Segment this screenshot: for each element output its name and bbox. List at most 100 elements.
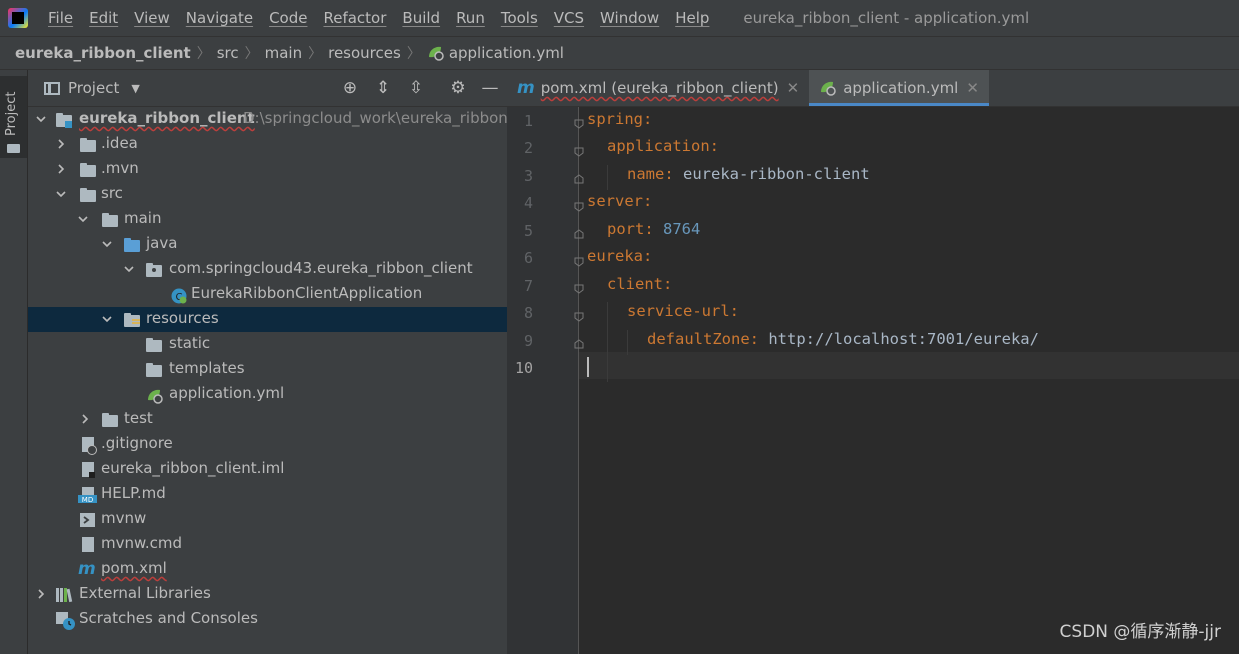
spring-boot-class-icon: C (170, 287, 187, 304)
line-number: 9 (523, 332, 533, 350)
tree-label: com.springcloud43.eureka_ribbon_client (169, 259, 473, 277)
code-line-4[interactable]: server: (587, 192, 652, 210)
code-line-2[interactable]: application: (607, 137, 719, 155)
libraries-icon (56, 587, 73, 603)
panel-title[interactable]: Project (68, 79, 119, 97)
tree-row-external-libraries[interactable]: External Libraries (28, 582, 507, 607)
tree-row-root[interactable]: eureka_ribbon_client D:\springcloud_work… (28, 107, 515, 132)
collapse-all-icon[interactable]: ⇳ (406, 78, 426, 98)
code-line-3[interactable]: name: eureka-ribbon-client (627, 165, 870, 183)
project-tool-tab[interactable]: Project (0, 76, 27, 158)
tree-row-help-md[interactable]: MD HELP.md (28, 482, 507, 507)
menu-navigate[interactable]: Navigate (178, 9, 261, 27)
line-number: 10 (514, 359, 533, 377)
chevron-right-icon[interactable] (56, 139, 66, 149)
tab-pom-xml[interactable]: m pom.xml (eureka_ribbon_client) ✕ (507, 70, 809, 106)
chevron-down-icon[interactable] (124, 264, 134, 274)
fold-marker-icon[interactable] (574, 115, 584, 129)
breadcrumb-resources[interactable]: resources (328, 44, 401, 62)
yaml-colon: : (663, 275, 673, 293)
menu-build[interactable]: Build (394, 9, 448, 27)
tree-label: HELP.md (101, 484, 166, 502)
chevron-down-icon[interactable] (102, 239, 112, 249)
intellij-logo-icon (8, 8, 28, 28)
folder-icon (80, 137, 96, 153)
breadcrumb-main[interactable]: main (265, 44, 302, 62)
tree-row-mvnw-cmd[interactable]: mvnw.cmd (28, 532, 507, 557)
tree-row-idea[interactable]: .idea (28, 132, 507, 157)
code-line-9[interactable]: defaultZone: http://localhost:7001/eurek… (647, 330, 1039, 348)
tree-row-main[interactable]: main (28, 207, 507, 232)
tab-application-yml[interactable]: application.yml ✕ (809, 70, 989, 106)
spring-yaml-icon (821, 81, 836, 96)
chevron-right-icon[interactable] (36, 589, 46, 599)
menu-refactor[interactable]: Refactor (315, 9, 394, 27)
code-line-5[interactable]: port: 8764 (607, 220, 700, 238)
breadcrumb-file[interactable]: application.yml (449, 44, 564, 62)
menu-run[interactable]: Run (448, 9, 493, 27)
tree-label: application.yml (169, 384, 285, 402)
tree-row-src[interactable]: src (28, 182, 507, 207)
menu-tools[interactable]: Tools (493, 9, 546, 27)
fold-marker-icon[interactable] (574, 253, 584, 267)
tree-row-package[interactable]: com.springcloud43.eureka_ribbon_client (28, 257, 507, 282)
project-panel-header: Project ▼ ⊕ ⇕ ⇳ ⚙ — (28, 70, 507, 107)
menu-code[interactable]: Code (261, 9, 315, 27)
tree-row-java[interactable]: java (28, 232, 507, 257)
tree-row-mvnw[interactable]: mvnw (28, 507, 507, 532)
fold-marker-icon[interactable] (574, 335, 584, 349)
folder-icon (102, 212, 118, 228)
yaml-number: 8764 (663, 220, 701, 238)
chevron-down-icon[interactable] (36, 114, 46, 124)
fold-marker-icon[interactable] (574, 198, 584, 212)
spring-yaml-icon (146, 387, 163, 404)
tree-row-scratches[interactable]: Scratches and Consoles (28, 607, 507, 632)
fold-marker-icon[interactable] (574, 225, 584, 239)
tree-row-mvn[interactable]: .mvn (28, 157, 507, 182)
menu-window[interactable]: Window (592, 9, 667, 27)
yaml-colon: : (664, 165, 674, 183)
tree-row-resources[interactable]: resources (28, 307, 507, 332)
menu-file[interactable]: File (40, 9, 81, 27)
tree-row-test[interactable]: test (28, 407, 507, 432)
tree-row-pom[interactable]: m pom.xml (28, 557, 507, 582)
expand-all-icon[interactable]: ⇕ (373, 78, 393, 98)
code-line-1[interactable]: spring: (587, 110, 652, 128)
tree-row-static[interactable]: static (28, 332, 507, 357)
close-icon[interactable]: ✕ (787, 79, 800, 97)
chevron-down-icon[interactable] (102, 314, 112, 324)
code-line-7[interactable]: client: (607, 275, 672, 293)
code-line-6[interactable]: eureka: (587, 247, 652, 265)
tree-row-app-class[interactable]: C EurekaRibbonClientApplication (28, 282, 507, 307)
menu-vcs[interactable]: VCS (546, 9, 592, 27)
code-line-8[interactable]: service-url: (627, 302, 739, 320)
tree-row-iml[interactable]: eureka_ribbon_client.iml (28, 457, 507, 482)
chevron-down-icon[interactable] (56, 189, 66, 199)
tree-label: pom.xml (101, 559, 167, 577)
editor-tabs: m pom.xml (eureka_ribbon_client) ✕ appli… (507, 70, 1239, 107)
chevron-down-icon[interactable]: ▼ (131, 82, 139, 95)
fold-marker-icon[interactable] (574, 280, 584, 294)
chevron-right-icon[interactable] (80, 414, 90, 424)
text-file-icon (80, 537, 96, 553)
tree-row-templates[interactable]: templates (28, 357, 507, 382)
fold-marker-icon[interactable] (574, 308, 584, 322)
breadcrumb-project[interactable]: eureka_ribbon_client (15, 44, 191, 62)
menu-help[interactable]: Help (667, 9, 717, 27)
breadcrumb-src[interactable]: src (217, 44, 239, 62)
chevron-right-icon[interactable] (56, 164, 66, 174)
tree-row-application-yml[interactable]: application.yml (28, 382, 507, 407)
tree-path-hint: D:\springcloud_work\eureka_ribbon_ (243, 109, 516, 127)
locate-icon[interactable]: ⊕ (340, 78, 360, 98)
gear-icon[interactable]: ⚙ (448, 78, 468, 98)
chevron-down-icon[interactable] (78, 214, 88, 224)
tree-label: .idea (101, 134, 138, 152)
menu-view[interactable]: View (126, 9, 178, 27)
fold-marker-icon[interactable] (574, 143, 584, 157)
minimize-icon[interactable]: — (480, 78, 500, 98)
fold-marker-icon[interactable] (574, 170, 584, 184)
line-number: 4 (523, 194, 533, 212)
tree-row-gitignore[interactable]: .gitignore (28, 432, 507, 457)
menu-edit[interactable]: Edit (81, 9, 126, 27)
close-icon[interactable]: ✕ (966, 79, 979, 97)
